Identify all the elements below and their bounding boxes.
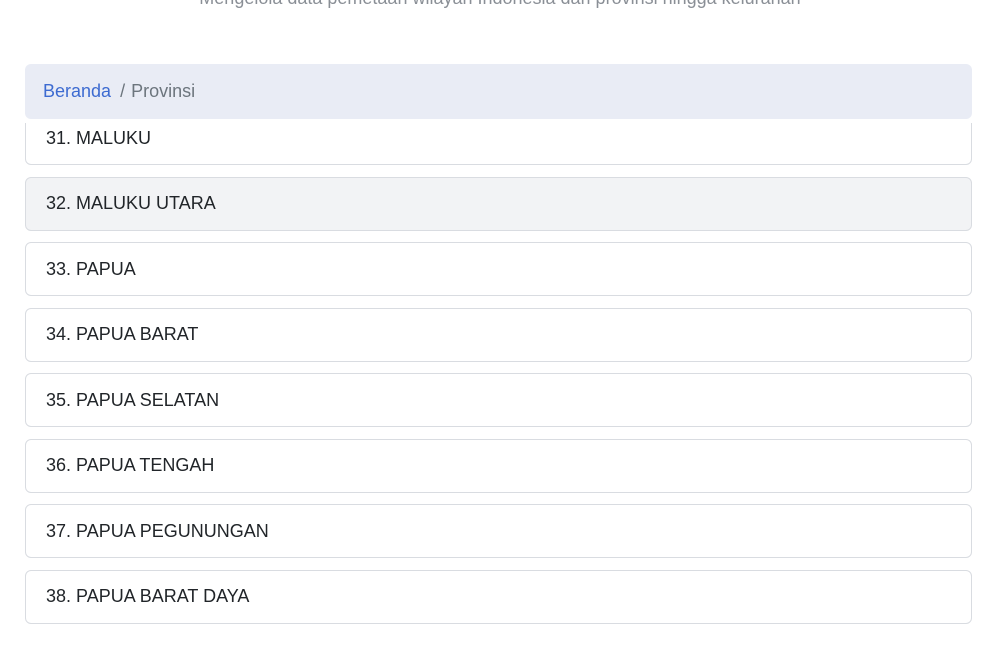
province-item[interactable]: 36. PAPUA TENGAH <box>25 438 972 493</box>
province-label: 35. PAPUA SELATAN <box>46 389 220 410</box>
page-subtitle: Mengelola data pemetaan wilayah Indonesi… <box>0 0 1000 9</box>
breadcrumb-current: Provinsi <box>131 81 196 101</box>
province-item[interactable]: 34. PAPUA BARAT <box>25 307 972 362</box>
province-item[interactable]: 31. MALUKU <box>25 123 972 165</box>
province-item[interactable]: 33. PAPUA <box>25 242 972 296</box>
province-label: 34. PAPUA BARAT <box>46 324 199 344</box>
province-item[interactable]: 32. MALUKU UTARA <box>25 176 972 231</box>
province-item[interactable]: 38. PAPUA BARAT DAYA <box>25 569 972 624</box>
province-list: 31. MALUKU 32. MALUKU UTARA 33. PAPUA 34… <box>25 123 972 635</box>
province-label: 33. PAPUA <box>46 258 136 279</box>
province-label: 31. MALUKU <box>46 127 152 148</box>
page: Mengelola data pemetaan wilayah Indonesi… <box>0 0 1000 666</box>
province-label: 32. MALUKU UTARA <box>46 193 216 213</box>
province-list-viewport[interactable]: 31. MALUKU 32. MALUKU UTARA 33. PAPUA 34… <box>0 123 1000 666</box>
province-label: 37. PAPUA PEGUNUNGAN <box>46 520 269 541</box>
breadcrumb-home-link[interactable]: Beranda <box>43 81 111 102</box>
province-label: 38. PAPUA BARAT DAYA <box>46 586 250 606</box>
province-label: 36. PAPUA TENGAH <box>46 455 215 475</box>
province-item[interactable]: 35. PAPUA SELATAN <box>25 373 972 427</box>
province-item[interactable]: 37. PAPUA PEGUNUNGAN <box>25 504 972 558</box>
breadcrumb: Beranda / Provinsi <box>25 64 972 119</box>
breadcrumb-separator: / <box>120 81 126 101</box>
